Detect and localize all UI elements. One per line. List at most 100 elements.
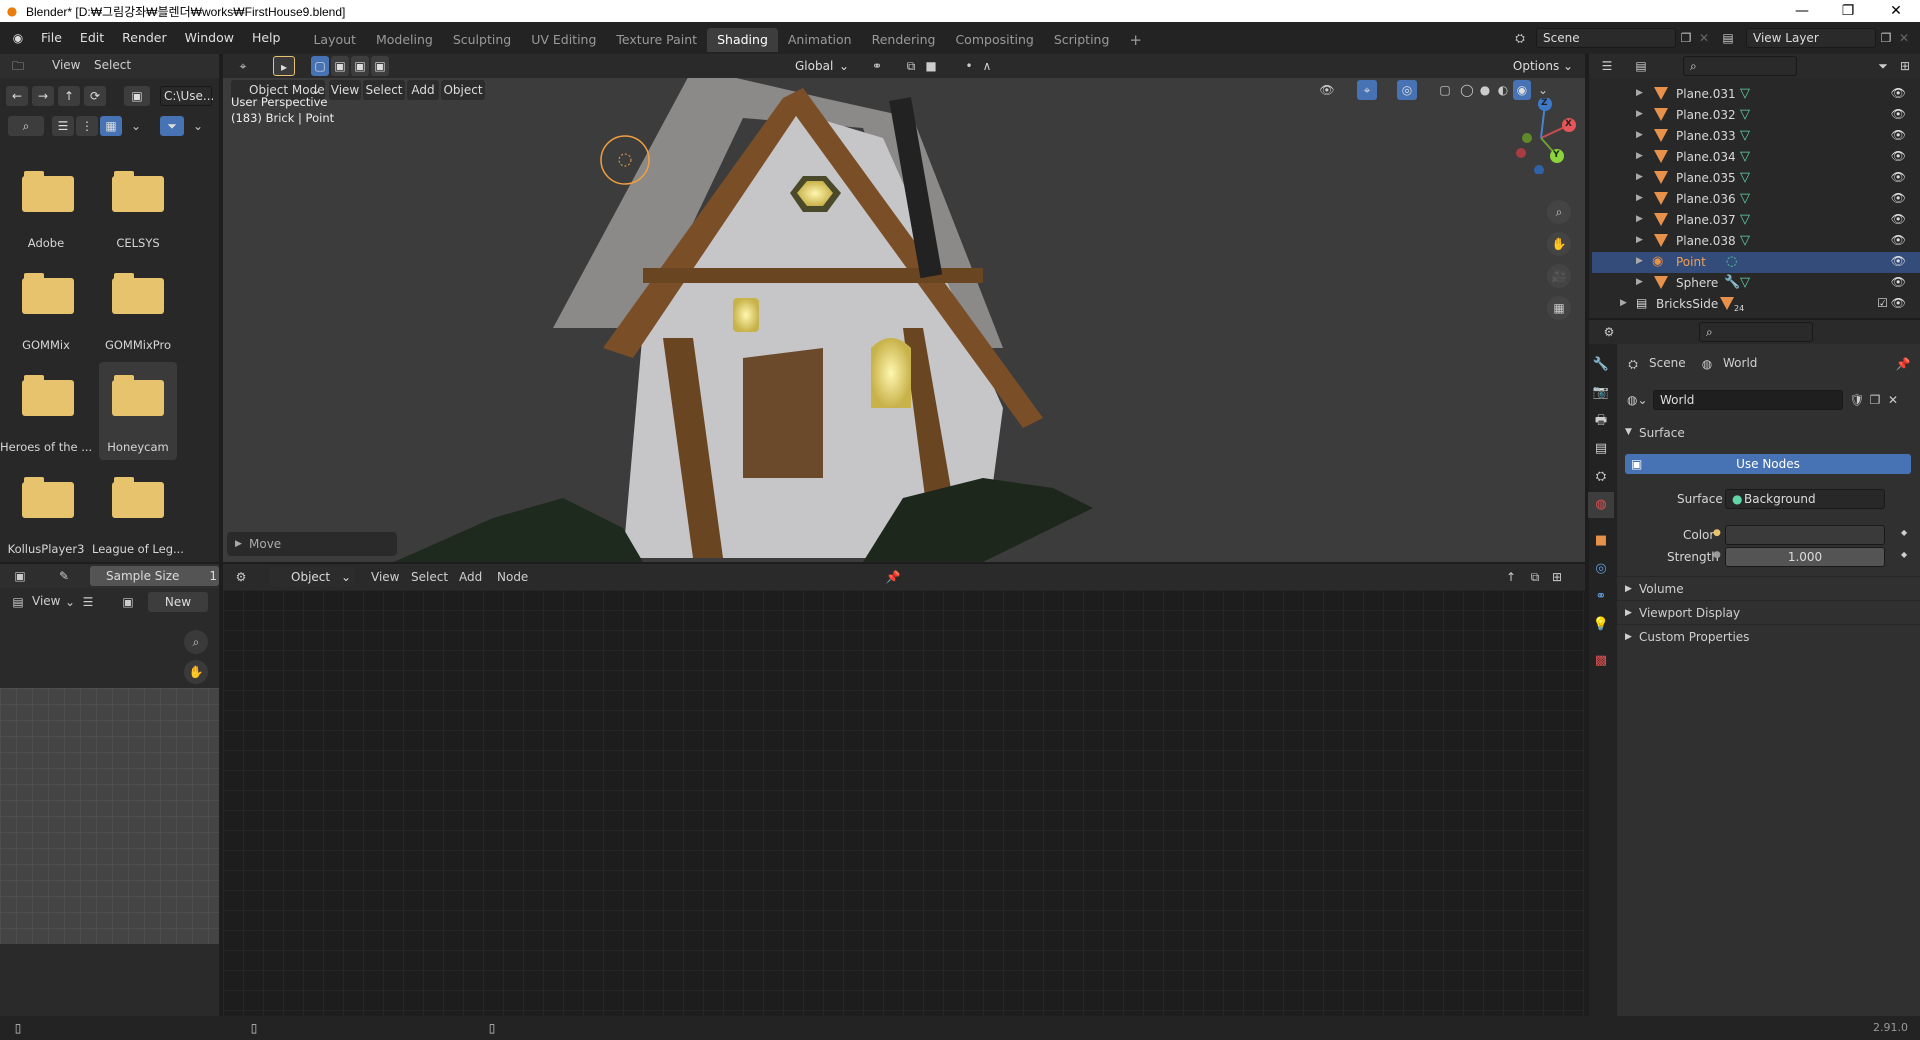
visibility-eye-icon[interactable]: 👁 (1891, 296, 1906, 310)
uv-grid[interactable] (0, 688, 219, 944)
view-layer-icon[interactable]: ▤ (1720, 30, 1736, 46)
editor-type-properties-icon[interactable]: ⚙ (1601, 324, 1617, 340)
visibility-eye-icon[interactable]: 👁 (1891, 191, 1906, 205)
menu-help[interactable]: Help (243, 24, 290, 52)
node-editor-canvas[interactable] (223, 590, 1585, 1016)
outliner-row[interactable]: ▶ Plane.031 ▽ 👁 (1592, 84, 1920, 105)
mesh-data-icon[interactable]: ▽ (1740, 170, 1750, 185)
scene-tab-icon[interactable]: ⛭ (1588, 464, 1614, 490)
world-browse-icon[interactable]: ◍⌄ (1627, 392, 1648, 408)
expand-arrow-icon[interactable]: ▶ (1636, 214, 1643, 224)
tab-layout[interactable]: Layout (303, 28, 366, 52)
tab-sculpting[interactable]: Sculpting (443, 28, 521, 52)
xray-icon[interactable]: ▢ (1437, 82, 1453, 98)
mesh-data-icon[interactable]: ▽ (1740, 86, 1750, 101)
expand-arrow-icon[interactable]: ▶ (1636, 277, 1643, 287)
visibility-eye-icon[interactable]: 👁 (1891, 233, 1906, 247)
keyframe-dot-icon[interactable]: ◆ (1901, 528, 1907, 537)
menu-file[interactable]: File (32, 24, 71, 52)
visibility-eye-icon[interactable]: 👁 (1891, 254, 1906, 268)
world-name-field[interactable]: World (1653, 390, 1843, 410)
expand-arrow-icon[interactable]: ▶ (1636, 172, 1643, 182)
visibility-eye-icon[interactable]: 👁 (1891, 107, 1906, 121)
folder-item-gommix[interactable]: GOMMix (0, 246, 92, 352)
close-button[interactable]: ✕ (1874, 0, 1918, 22)
view-layer-tab-icon[interactable]: ▤ (1588, 436, 1614, 462)
search-button[interactable]: ⌕ (8, 116, 44, 136)
thumbnails-button[interactable]: ▦ (100, 116, 122, 136)
surface-panel-title[interactable]: Surface (1639, 426, 1685, 440)
solid-shading-icon[interactable]: ● (1477, 82, 1493, 98)
duplicate-icon[interactable]: ❐ (1867, 392, 1883, 408)
select-tool-button[interactable]: ▸ (273, 56, 295, 76)
outliner-row[interactable]: ▶ Plane.038 ▽ 👁 (1592, 231, 1920, 252)
new-view-layer-icon[interactable]: ❐ (1878, 30, 1894, 46)
properties-search-input[interactable]: ⌕ (1699, 322, 1813, 342)
navigation-gizmo[interactable]: X Y Z (1495, 97, 1579, 175)
forward-button[interactable]: → (32, 86, 54, 106)
proportional-edit-icon[interactable]: • (961, 58, 977, 74)
refresh-button[interactable]: ⟳ (84, 86, 106, 106)
sample-tool-icon[interactable]: ✎ (56, 568, 72, 584)
editor-type-3d-icon[interactable]: ⌖ (235, 58, 251, 74)
back-button[interactable]: ← (6, 86, 28, 106)
surface-shader-field[interactable]: ● Background (1725, 489, 1885, 509)
blender-menu-icon[interactable]: ◉ (10, 30, 26, 46)
tab-compositing[interactable]: Compositing (945, 28, 1043, 52)
path-field[interactable]: C:\Use... (160, 86, 214, 106)
filter-icon[interactable]: ⏷ (1875, 58, 1891, 74)
color-swatch[interactable] (1725, 525, 1885, 545)
expand-arrow-icon[interactable]: ▶ (1620, 298, 1627, 308)
tab-scripting[interactable]: Scripting (1044, 28, 1120, 52)
outliner-row[interactable]: ▶ Plane.036 ▽ 👁 (1592, 189, 1920, 210)
new-collection-icon[interactable]: ⊞ (1897, 58, 1913, 74)
viewport-display-panel[interactable]: ▶ Viewport Display (1617, 600, 1920, 624)
expand-arrow-icon[interactable]: ▶ (1636, 193, 1643, 203)
zoom-view-icon[interactable]: ⌕ (1547, 200, 1571, 224)
exclude-checkbox[interactable]: ☑ (1877, 296, 1888, 310)
outliner-row[interactable]: ▶ Plane.035 ▽ 👁 (1592, 168, 1920, 189)
orientation-selector[interactable]: Global ⌄ (773, 56, 853, 76)
new-image-button[interactable]: New (148, 592, 208, 612)
snap-node-icon[interactable]: ⧉ (1527, 569, 1543, 585)
mesh-data-icon[interactable]: ▽ (1740, 149, 1750, 164)
ortho-toggle-icon[interactable]: ▦ (1547, 296, 1571, 320)
material-shading-icon[interactable]: ◐ (1495, 82, 1511, 98)
folder-item-kollusplayer[interactable]: KollusPlayer3 (0, 450, 92, 556)
outliner-row[interactable]: ▶ Plane.034 ▽ 👁 (1592, 147, 1920, 168)
strength-field[interactable]: 1.000 (1725, 547, 1885, 567)
select-extend-button[interactable]: ▣ (331, 56, 349, 76)
camera-view-icon[interactable]: 🎥 (1547, 264, 1571, 288)
expand-arrow-icon[interactable]: ▶ (1636, 109, 1643, 119)
keyframe-dot-icon[interactable]: ◆ (1901, 550, 1907, 559)
visibility-eye-icon[interactable]: 👁 (1891, 128, 1906, 142)
visibility-eye-icon[interactable]: 👁 (1891, 149, 1906, 163)
volume-panel[interactable]: ▶ Volume (1617, 576, 1920, 600)
visibility-icon[interactable]: 👁 (1319, 82, 1335, 98)
shader-type-selector[interactable]: Object ⌄ (269, 567, 355, 587)
mesh-data-icon[interactable]: ▽ (1740, 191, 1750, 206)
pin-icon[interactable]: 📌 (1895, 356, 1911, 372)
scene-icon[interactable]: ⛭ (1512, 30, 1528, 46)
snap-target-icon[interactable]: ■ (923, 58, 939, 74)
folder-item-celsys[interactable]: CELSYS (92, 144, 184, 250)
texture-tab-icon[interactable]: ▩ (1588, 648, 1614, 674)
shading-dropdown-icon[interactable]: ⌄ (1535, 82, 1551, 98)
custom-properties-panel[interactable]: ▶ Custom Properties (1617, 624, 1920, 648)
tab-rendering[interactable]: Rendering (862, 28, 946, 52)
unlink-icon[interactable]: ✕ (1885, 392, 1901, 408)
constraints-tab-icon[interactable]: ⚭ (1588, 584, 1614, 610)
options-dropdown[interactable]: Options ⌄ (1509, 56, 1577, 76)
overlay-toggle-button[interactable]: ◎ (1397, 80, 1417, 100)
add-workspace-button[interactable]: + (1119, 28, 1152, 52)
node-menu-add[interactable]: Add (459, 570, 482, 584)
zoom-icon[interactable]: ⌕ (184, 630, 208, 654)
outliner-row[interactable]: ▶ Sphere ▽ 🔧 👁 (1592, 273, 1920, 294)
last-operation-panel[interactable]: ▶ Move (227, 532, 397, 556)
new-scene-icon[interactable]: ❐ (1678, 30, 1694, 46)
falloff-icon[interactable]: ∧ (979, 58, 995, 74)
view-layer-selector[interactable]: View Layer (1746, 28, 1876, 48)
image-menu-view[interactable]: View (32, 594, 60, 608)
tab-animation[interactable]: Animation (778, 28, 862, 52)
pin-icon[interactable]: 📌 (885, 569, 901, 585)
